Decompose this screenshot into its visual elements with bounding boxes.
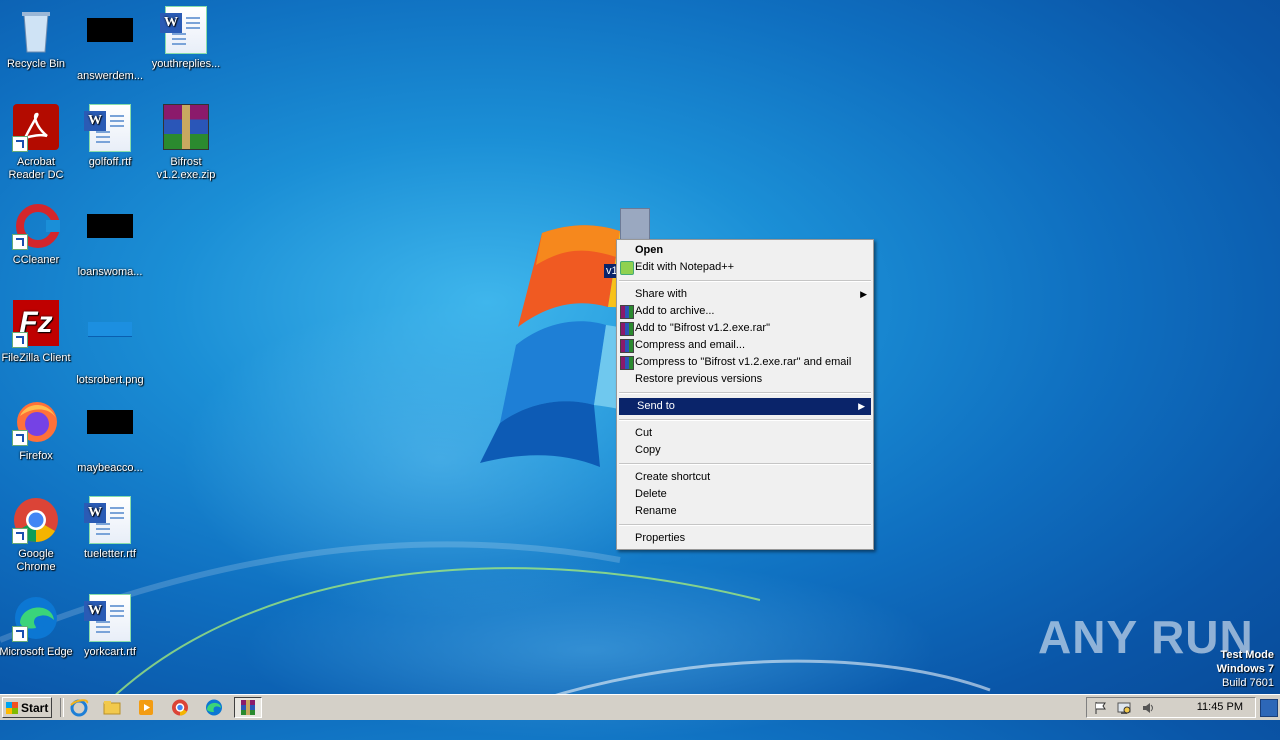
action-center-flag-icon[interactable] [1093,701,1107,715]
desktop-icon-yorkcart[interactable]: W yorkcart.rtf [72,594,148,659]
winrar-icon [620,356,634,370]
word-document-icon: W [84,104,134,152]
taskbar: Start 11:45 PM [0,694,1280,720]
context-menu: Open Edit with Notepad++ Share with ▶ Add… [616,239,874,550]
test-mode-label: Test Mode [1220,649,1274,661]
internet-explorer-icon [70,699,89,717]
winrar-icon [620,339,634,353]
word-document-icon: W [84,594,134,642]
menu-item-compress-rar-email[interactable]: Compress to "Bifrost v1.2.exe.rar" and e… [617,354,873,371]
volume-icon[interactable] [1141,701,1155,715]
menu-item-compress-email[interactable]: Compress and email... [617,337,873,354]
desktop-icon-youthreplies[interactable]: W youthreplies... [148,6,224,71]
menu-item-send-to[interactable]: Send to ▶ [619,398,871,415]
word-document-icon: W [84,496,134,544]
submenu-arrow-icon: ▶ [858,401,865,411]
image-file-icon [86,322,134,370]
menu-item-add-to-rar[interactable]: Add to "Bifrost v1.2.exe.rar" [617,320,873,337]
network-icon[interactable] [1117,701,1131,715]
menu-separator [619,524,871,526]
desktop-icon-recycle-bin[interactable]: Recycle Bin [0,6,74,71]
redacted-file-icon [86,410,134,458]
menu-item-copy[interactable]: Copy [617,442,873,459]
taskbar-media-player[interactable] [134,697,158,718]
media-player-icon [139,700,153,715]
taskbar-explorer[interactable] [100,697,124,718]
taskbar-ie[interactable] [67,697,91,718]
taskbar-edge[interactable] [202,697,226,718]
menu-separator [619,463,871,465]
system-tray: 11:45 PM [1086,697,1256,718]
show-desktop-button[interactable] [1260,699,1278,717]
submenu-arrow-icon: ▶ [860,289,867,299]
desktop-icon-bifrost-zip[interactable]: Bifrost v1.2.exe.zip [148,104,224,182]
winrar-icon [241,700,255,715]
acrobat-reader-icon [12,104,60,152]
menu-item-delete[interactable]: Delete [617,486,873,503]
winrar-archive-icon [162,104,210,152]
taskbar-chrome[interactable] [168,697,192,718]
menu-item-restore-versions[interactable]: Restore previous versions [617,371,873,388]
desktop-icon-ccleaner[interactable]: CCleaner [0,202,74,267]
menu-item-rename[interactable]: Rename [617,503,873,520]
chrome-icon [12,496,60,544]
menu-item-cut[interactable]: Cut [617,425,873,442]
menu-item-properties[interactable]: Properties [617,530,873,547]
ccleaner-icon [12,202,60,250]
desktop-icon-loanswoma[interactable]: loanswoma... [72,202,148,279]
word-document-icon: W [160,6,210,54]
folder-icon [103,701,121,715]
firefox-icon [12,398,60,446]
menu-item-share-with[interactable]: Share with ▶ [617,286,873,303]
desktop-icon-firefox[interactable]: Firefox [0,398,74,463]
test-mode-info: Test Mode Windows 7 Build 7601 [1217,648,1274,690]
desktop-icon-tueletter[interactable]: W tueletter.rtf [72,496,148,561]
filezilla-icon: Fz [12,300,60,348]
windows-version-label: Windows 7 [1216,663,1274,675]
start-button[interactable]: Start [2,697,52,718]
taskbar-divider [60,698,64,717]
winrar-icon [620,322,634,336]
redacted-file-icon [86,214,134,262]
desktop-icon-chrome[interactable]: Google Chrome [0,496,74,574]
desktop-icon-acrobat[interactable]: Acrobat Reader DC [0,104,74,182]
menu-separator [619,392,871,394]
menu-item-open[interactable]: Open [617,242,873,259]
chrome-icon [172,699,188,716]
taskbar-winrar[interactable] [234,697,262,718]
desktop-icon-golfoff[interactable]: W golfoff.rtf [72,104,148,169]
clock[interactable]: 11:45 PM [1197,701,1243,713]
menu-item-create-shortcut[interactable]: Create shortcut [617,469,873,486]
desktop-icon-lotsrobert[interactable]: lotsrobert.png [72,300,148,387]
notepadpp-icon [620,261,634,275]
windows-flag-icon [6,702,18,714]
desktop-icon-answerdem[interactable]: answerdem... [72,6,148,83]
winrar-icon [620,305,634,319]
desktop-icon-filezilla[interactable]: Fz FileZilla Client [0,300,74,365]
recycle-bin-icon [12,6,60,54]
build-label: Build 7601 [1222,677,1274,689]
desktop-icon-maybeacco[interactable]: maybeacco... [72,398,148,475]
menu-separator [619,419,871,421]
edge-icon [12,594,60,642]
edge-icon [206,699,222,716]
menu-item-edit-notepadpp[interactable]: Edit with Notepad++ [617,259,873,276]
menu-item-add-to-archive[interactable]: Add to archive... [617,303,873,320]
menu-separator [619,280,871,282]
desktop-icon-edge[interactable]: Microsoft Edge [0,594,74,659]
redacted-file-icon [86,18,134,66]
